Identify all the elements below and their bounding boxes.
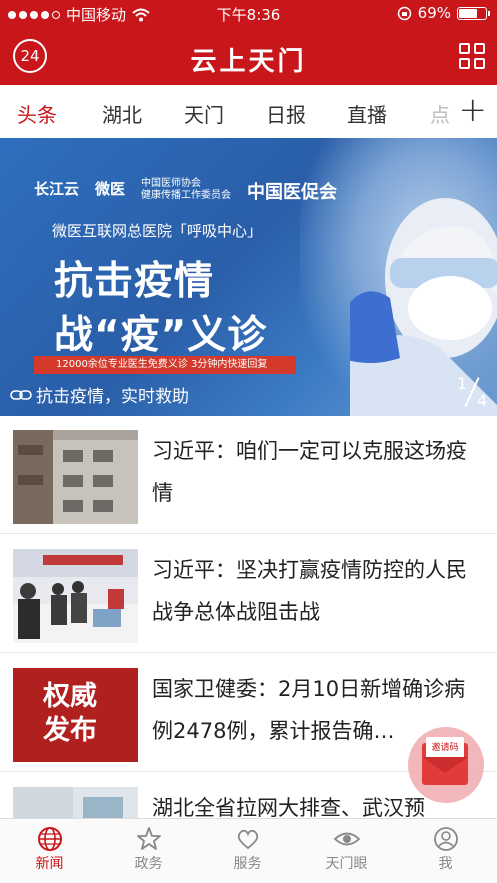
- app-title: 云上天门: [190, 47, 307, 77]
- channel-tabs: 头条 湖北 天门 日报 直播 点 +: [0, 85, 497, 138]
- nav-service[interactable]: 服务: [198, 825, 297, 873]
- eye-icon: [297, 825, 396, 853]
- partner-doctor-assoc: 中国医师协会 健康传播工作委员会: [141, 178, 232, 201]
- nav-tianmen-eye-label: 天门眼: [325, 856, 368, 872]
- heart-icon: [198, 825, 297, 853]
- nav-news-label: 新闻: [35, 856, 64, 872]
- pager-total: 4: [476, 391, 487, 410]
- nav-tianmen-eye[interactable]: 天门眼: [297, 825, 396, 873]
- news-title: 习近平：坚决打赢疫情防控的人民战争总体战阻击战: [152, 558, 467, 624]
- battery-icon: [457, 6, 490, 20]
- list-item[interactable]: 习近平：咱们一定可以克服这场疫情: [0, 416, 497, 534]
- tab-tianmen[interactable]: 天门: [184, 99, 224, 128]
- news-thumbnail: [13, 787, 138, 818]
- banner-caption-text: 抗击疫情，实时救助: [36, 387, 189, 407]
- nav-government[interactable]: 政务: [99, 825, 198, 873]
- news-title: 习近平：咱们一定可以克服这场疫情: [152, 439, 467, 505]
- nav-service-label: 服务: [233, 856, 262, 872]
- nav-me-label: 我: [438, 856, 453, 872]
- banner-red-strip: 12000余位专业医生免费义诊 3分钟内快速回复: [34, 356, 296, 374]
- star-icon: [99, 825, 198, 853]
- link-icon: [10, 389, 32, 400]
- app-header: 24 云上天门: [0, 28, 497, 85]
- banner-carousel[interactable]: 长江云 微医 中国医师协会 健康传播工作委员会 中国医促会 微医互联网总医院「呼…: [0, 138, 497, 416]
- invite-label: 邀请码: [426, 737, 464, 759]
- banner-headline-1: 抗击疫情: [54, 259, 215, 304]
- banner-hospital: 微医互联网总医院「呼吸中心」: [52, 222, 263, 240]
- partner-weiyi: 微医: [95, 180, 126, 198]
- banner-pager: 1 4: [455, 374, 489, 410]
- thumb-text-fabu: 发布: [43, 715, 97, 746]
- list-item[interactable]: 习近平：坚决打赢疫情防控的人民战争总体战阻击战: [0, 535, 497, 653]
- nav-news[interactable]: 新闻: [0, 825, 99, 873]
- news-thumbnail: [13, 430, 138, 524]
- partner-logos: 长江云 微医 中国医师协会 健康传播工作委员会 中国医促会: [34, 178, 337, 204]
- news-thumbnail: 权威 发布: [13, 668, 138, 762]
- rotation-lock-icon: [397, 6, 411, 20]
- invite-code-button[interactable]: 邀请码: [408, 727, 484, 803]
- news-thumbnail: [13, 549, 138, 643]
- banner-caption: 抗击疫情，实时救助: [10, 382, 189, 407]
- status-right: 69%: [397, 4, 490, 22]
- bottom-nav: 新闻 政务 服务 天门眼 我: [0, 818, 497, 883]
- nav-government-label: 政务: [134, 856, 163, 872]
- add-channel-icon[interactable]: +: [459, 93, 488, 127]
- tab-zhibo[interactable]: 直播: [347, 99, 387, 128]
- nav-me[interactable]: 我: [396, 825, 495, 873]
- tab-hubei[interactable]: 湖北: [102, 99, 142, 128]
- tab-toutiao[interactable]: 头条: [17, 99, 57, 128]
- pager-current: 1: [457, 374, 468, 393]
- thumb-text-quanwei: 权威: [43, 681, 97, 712]
- grid-menu-icon[interactable]: [459, 43, 485, 69]
- partner-cmpa: 中国医促会: [247, 182, 338, 203]
- globe-icon: [0, 825, 99, 853]
- envelope-icon: 邀请码: [422, 737, 468, 785]
- status-bar: 中国移动 下午8:36 69%: [0, 0, 497, 28]
- banner-headline-2: 战“疫”义诊: [54, 313, 268, 358]
- battery-percent: 69%: [417, 4, 451, 22]
- tab-dian[interactable]: 点: [430, 99, 450, 128]
- user-icon: [396, 825, 495, 853]
- partner-changjiangyun: 长江云: [34, 180, 80, 198]
- tab-ribao[interactable]: 日报: [266, 99, 306, 128]
